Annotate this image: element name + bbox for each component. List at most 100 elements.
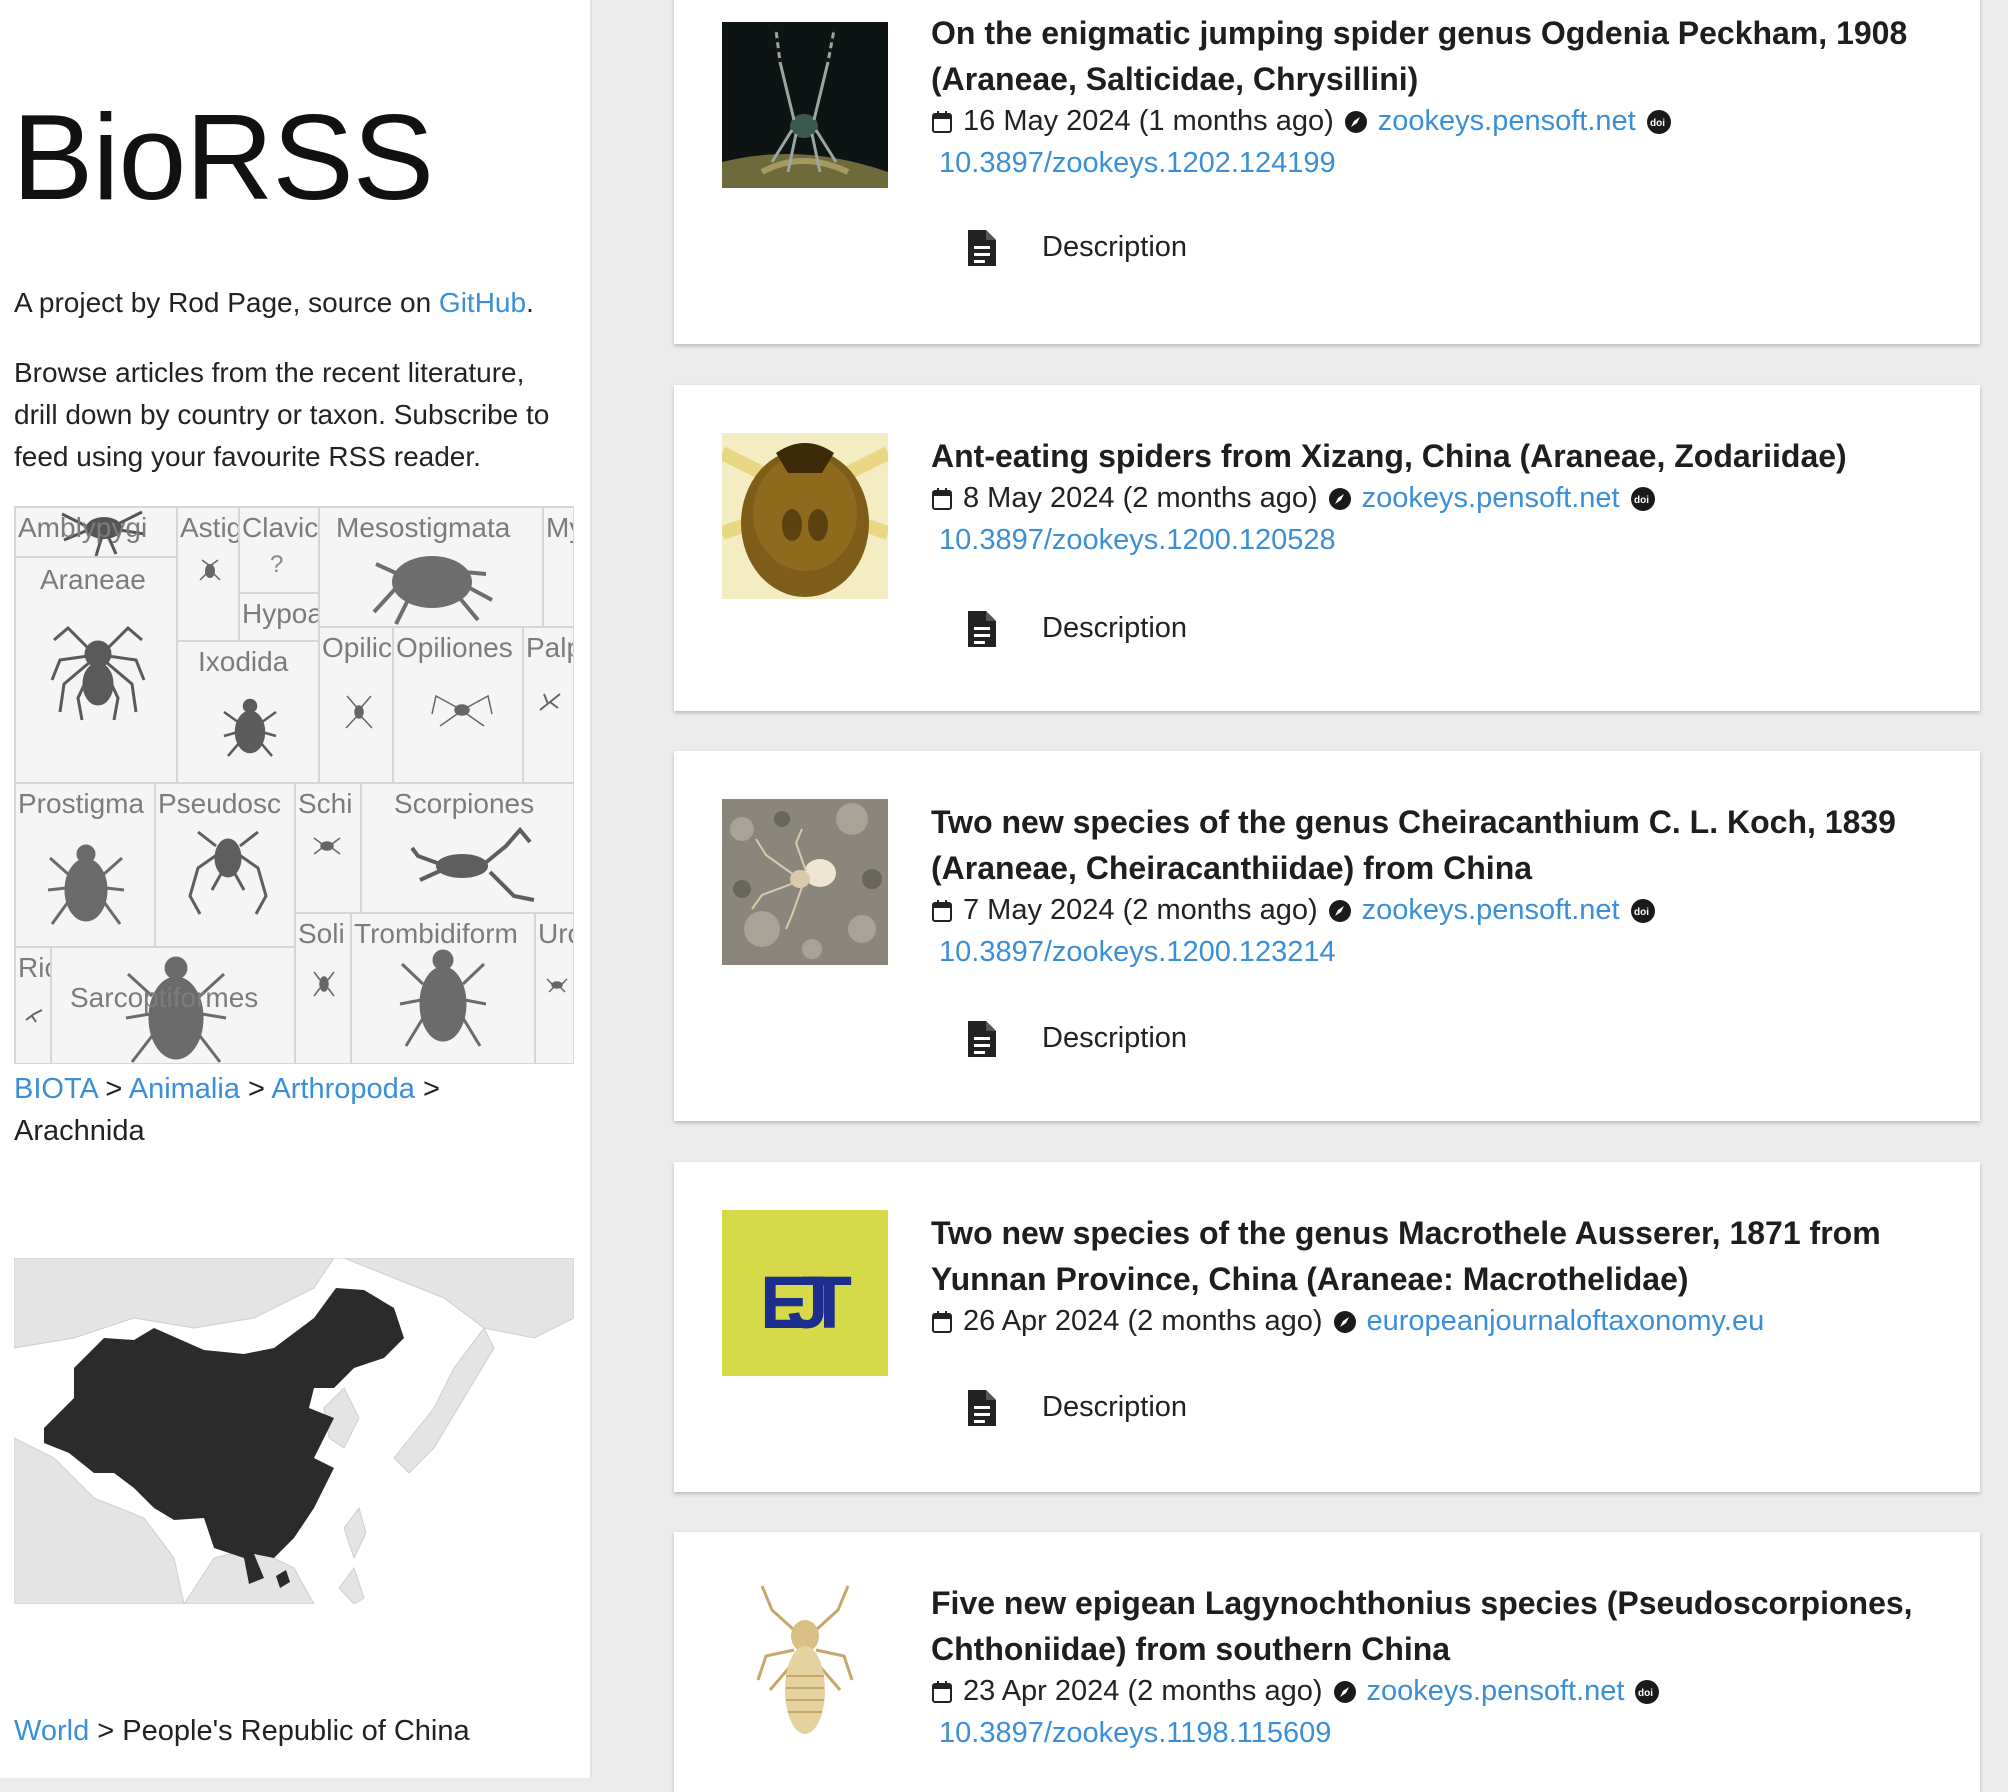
treemap-cell-ixodida[interactable]: Ixodida	[177, 641, 319, 783]
article-title[interactable]: Five new epigean Lagynochthonius species…	[931, 1580, 1941, 1672]
article-source-link[interactable]: zookeys.pensoft.net	[1367, 1675, 1625, 1707]
treemap-label: Mesostigmata	[336, 512, 511, 543]
article-meta: 26 Apr 2024 (2 months ago) europeanjourna…	[931, 1300, 1941, 1342]
breadcrumb-separator: >	[105, 1073, 123, 1105]
treemap-cell-ricinulei[interactable]: Ric	[15, 947, 51, 1063]
github-link[interactable]: GitHub	[439, 287, 526, 318]
article-source-link[interactable]: europeanjournaloftaxonomy.eu	[1367, 1305, 1765, 1337]
schizomid-icon	[313, 837, 341, 855]
article-card: On the enigmatic jumping spider genus Og…	[674, 0, 1980, 344]
calendar-icon	[932, 1681, 952, 1704]
treemap-cell-palpigradi[interactable]: Palp	[523, 627, 573, 783]
article-thumbnail[interactable]: EJT	[722, 1210, 888, 1376]
treemap-label: Amblypygi	[18, 512, 148, 543]
calendar-icon	[932, 900, 952, 923]
article-source-link[interactable]: zookeys.pensoft.net	[1362, 482, 1620, 514]
treemap-label: Ric	[18, 952, 50, 983]
article-source-link[interactable]: zookeys.pensoft.net	[1378, 105, 1636, 137]
treemap-cell-prostigmata[interactable]: Prostigma	[15, 783, 155, 947]
breadcrumb-link-biota[interactable]: BIOTA	[14, 1073, 97, 1105]
article-thumbnail[interactable]	[722, 433, 888, 599]
unknown-taxon-icon: ?	[270, 551, 283, 578]
article-thumbnail[interactable]	[722, 1580, 888, 1746]
treemap-label: Astig	[180, 512, 239, 543]
treemap-cell-scorpiones[interactable]: Scorpiones	[361, 783, 573, 913]
document-icon	[968, 611, 996, 647]
site-description: Browse articles from the recent literatu…	[14, 357, 550, 472]
article-meta: 16 May 2024 (1 months ago) zookeys.pensof…	[931, 100, 1941, 142]
article-title[interactable]: Ant-eating spiders from Xizang, China (A…	[931, 433, 1941, 479]
spider-icon	[50, 625, 146, 721]
description-label: Description	[1042, 612, 1188, 644]
ricinuleid-icon	[25, 1009, 43, 1023]
breadcrumb-link-world[interactable]: World	[14, 1715, 89, 1747]
article-source-link[interactable]: zookeys.pensoft.net	[1362, 894, 1620, 926]
treemap-cell-mesostigmata[interactable]: Mesostigmata	[319, 507, 543, 627]
ejt-logo-text: EJT	[760, 1261, 852, 1344]
zodariid-spider-image	[722, 433, 888, 599]
treemap-cell-opiliones[interactable]: Opiliones	[393, 627, 523, 783]
treemap-cell-opilic[interactable]: Opilic	[319, 627, 393, 783]
treemap-cell-pseudoscorpiones[interactable]: Pseudosc	[155, 783, 295, 947]
doi-icon: doi	[1630, 899, 1655, 924]
treemap-cell-clavic[interactable]: Clavic ?	[239, 507, 319, 593]
doi-icon: doi	[1646, 110, 1671, 135]
treemap-cell-schizomida[interactable]: Schi	[295, 783, 361, 913]
treemap-label: Prostigma	[18, 788, 145, 819]
treemap-cell-araneae[interactable]: Araneae	[15, 557, 177, 783]
article-thumbnail[interactable]	[722, 22, 888, 188]
compass-icon	[1328, 900, 1351, 923]
tick-icon	[372, 556, 493, 625]
treemap-label: Scorpiones	[394, 788, 535, 819]
whipscorpion-icon	[546, 978, 568, 993]
article-doi-link[interactable]: 10.3897/zookeys.1200.120528	[939, 519, 1336, 561]
article-meta: 7 May 2024 (2 months ago) zookeys.pensoft…	[931, 889, 1941, 931]
svg-text:?: ?	[270, 551, 283, 578]
breadcrumb-separator: >	[422, 1073, 440, 1105]
article-doi-link[interactable]: 10.3897/zookeys.1200.123214	[939, 931, 1336, 973]
site-title: BioRSS	[12, 89, 434, 225]
description-label: Description	[1042, 1022, 1188, 1054]
cheiracanthium-spider-image	[722, 799, 888, 965]
solifuge-icon	[313, 971, 335, 997]
breadcrumb-link-arthropoda[interactable]: Arthropoda	[271, 1073, 415, 1105]
document-icon	[968, 1021, 996, 1057]
treemap-cell-trombidiformes[interactable]: Trombidiform	[351, 913, 535, 1063]
treemap-label: Uro	[538, 918, 573, 949]
breadcrumb-link-animalia[interactable]: Animalia	[129, 1073, 240, 1105]
treemap-cell-solifugae[interactable]: Soli	[295, 913, 351, 1063]
svg-text:doi: doi	[1638, 1688, 1653, 1699]
treemap-label: Palp	[526, 632, 573, 663]
compass-icon	[1328, 488, 1351, 511]
description-label: Description	[1042, 1391, 1188, 1423]
article-title[interactable]: Two new species of the genus Cheiracanth…	[931, 799, 1941, 891]
pseudoscorpion-icon	[188, 830, 268, 915]
treemap-label: Sarcoptiformes	[70, 982, 259, 1013]
document-icon	[968, 1390, 996, 1426]
treemap-cell-sarcoptiformes[interactable]: Sarcoptiformes	[51, 947, 295, 1063]
mite-icon	[399, 949, 487, 1047]
treemap-label: Trombidiform	[354, 918, 518, 949]
doi-icon: doi	[1635, 1680, 1660, 1705]
treemap-cell-my[interactable]: My	[543, 507, 573, 627]
treemap-cell-amblypygi[interactable]: Amblypygi	[15, 507, 177, 557]
article-doi-link[interactable]: 10.3897/zookeys.1202.124199	[939, 142, 1336, 184]
breadcrumb-current: Arachnida	[14, 1115, 145, 1147]
treemap-label: Hypoa	[242, 598, 319, 629]
calendar-icon	[932, 488, 952, 511]
svg-text:doi: doi	[1634, 907, 1649, 918]
treemap-label: Schi	[298, 788, 353, 819]
article-doi-link[interactable]: 10.3897/zookeys.1198.115609	[939, 1712, 1331, 1754]
place-breadcrumb: World > People's Republic of China	[14, 1710, 470, 1752]
treemap-label: Opiliones	[396, 632, 513, 663]
article-title[interactable]: On the enigmatic jumping spider genus Og…	[931, 10, 1941, 102]
article-thumbnail[interactable]	[722, 799, 888, 965]
intro-prefix: A project by Rod Page, source on	[14, 287, 439, 318]
article-date: 23 Apr 2024 (2 months ago)	[963, 1675, 1323, 1707]
article-title[interactable]: Two new species of the genus Macrothele …	[931, 1210, 1941, 1302]
treemap-cell-uropygi[interactable]: Uro	[535, 913, 573, 1063]
mite-icon	[199, 559, 221, 581]
country-map[interactable]	[14, 1258, 574, 1604]
treemap-cell-hypoa[interactable]: Hypoa	[239, 593, 319, 641]
treemap-cell-astigmata[interactable]: Astig	[177, 507, 239, 641]
